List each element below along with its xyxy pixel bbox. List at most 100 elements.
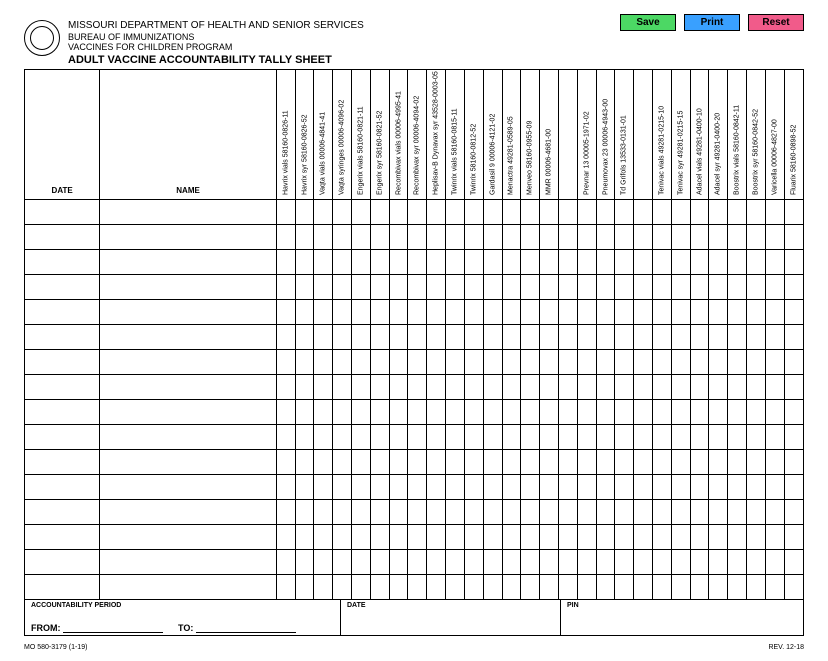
cell[interactable] [25, 499, 100, 524]
cell[interactable] [521, 574, 540, 599]
cell[interactable] [653, 349, 672, 374]
cell[interactable] [389, 424, 408, 449]
cell[interactable] [596, 299, 615, 324]
cell[interactable] [653, 549, 672, 574]
cell[interactable] [352, 199, 371, 224]
cell[interactable] [100, 574, 277, 599]
cell[interactable] [540, 224, 559, 249]
cell[interactable] [464, 574, 483, 599]
cell[interactable] [389, 249, 408, 274]
cell[interactable] [577, 449, 596, 474]
cell[interactable] [370, 524, 389, 549]
cell[interactable] [464, 299, 483, 324]
cell[interactable] [100, 449, 277, 474]
cell[interactable] [728, 274, 747, 299]
cell[interactable] [709, 224, 728, 249]
cell[interactable] [446, 574, 465, 599]
cell[interactable] [558, 274, 577, 299]
cell[interactable] [276, 574, 295, 599]
cell[interactable] [728, 349, 747, 374]
cell[interactable] [653, 324, 672, 349]
cell[interactable] [100, 399, 277, 424]
cell[interactable] [276, 224, 295, 249]
cell[interactable] [25, 374, 100, 399]
cell[interactable] [446, 549, 465, 574]
cell[interactable] [765, 399, 784, 424]
cell[interactable] [747, 224, 766, 249]
cell[interactable] [521, 474, 540, 499]
cell[interactable] [408, 324, 427, 349]
cell[interactable] [709, 399, 728, 424]
cell[interactable] [333, 349, 352, 374]
cell[interactable] [295, 299, 314, 324]
cell[interactable] [333, 424, 352, 449]
cell[interactable] [558, 374, 577, 399]
cell[interactable] [370, 199, 389, 224]
cell[interactable] [295, 549, 314, 574]
cell[interactable] [728, 574, 747, 599]
cell[interactable] [314, 449, 333, 474]
cell[interactable] [558, 249, 577, 274]
cell[interactable] [709, 374, 728, 399]
cell[interactable] [352, 374, 371, 399]
cell[interactable] [596, 224, 615, 249]
cell[interactable] [558, 349, 577, 374]
cell[interactable] [577, 549, 596, 574]
cell[interactable] [596, 324, 615, 349]
cell[interactable] [653, 274, 672, 299]
cell[interactable] [596, 574, 615, 599]
cell[interactable] [615, 549, 634, 574]
cell[interactable] [502, 549, 521, 574]
cell[interactable] [314, 524, 333, 549]
cell[interactable] [577, 274, 596, 299]
cell[interactable] [389, 324, 408, 349]
cell[interactable] [709, 299, 728, 324]
cell[interactable] [370, 374, 389, 399]
cell[interactable] [709, 324, 728, 349]
cell[interactable] [690, 274, 709, 299]
cell[interactable] [314, 199, 333, 224]
cell[interactable] [464, 424, 483, 449]
cell[interactable] [540, 449, 559, 474]
cell[interactable] [408, 274, 427, 299]
cell[interactable] [295, 449, 314, 474]
cell[interactable] [615, 374, 634, 399]
cell[interactable] [671, 349, 690, 374]
cell[interactable] [784, 199, 803, 224]
cell[interactable] [558, 199, 577, 224]
cell[interactable] [634, 299, 653, 324]
cell[interactable] [483, 274, 502, 299]
cell[interactable] [25, 524, 100, 549]
cell[interactable] [314, 549, 333, 574]
cell[interactable] [765, 549, 784, 574]
cell[interactable] [352, 324, 371, 349]
cell[interactable] [333, 199, 352, 224]
cell[interactable] [333, 249, 352, 274]
cell[interactable] [446, 299, 465, 324]
cell[interactable] [502, 399, 521, 424]
cell[interactable] [540, 349, 559, 374]
cell[interactable] [577, 424, 596, 449]
cell[interactable] [333, 224, 352, 249]
cell[interactable] [615, 349, 634, 374]
cell[interactable] [690, 224, 709, 249]
cell[interactable] [747, 424, 766, 449]
cell[interactable] [100, 499, 277, 524]
cell[interactable] [634, 224, 653, 249]
cell[interactable] [276, 199, 295, 224]
cell[interactable] [634, 274, 653, 299]
cell[interactable] [634, 374, 653, 399]
cell[interactable] [464, 224, 483, 249]
cell[interactable] [671, 424, 690, 449]
cell[interactable] [690, 349, 709, 374]
cell[interactable] [389, 524, 408, 549]
cell[interactable] [671, 549, 690, 574]
cell[interactable] [653, 449, 672, 474]
cell[interactable] [634, 524, 653, 549]
cell[interactable] [690, 549, 709, 574]
cell[interactable] [615, 424, 634, 449]
cell[interactable] [540, 499, 559, 524]
cell[interactable] [615, 399, 634, 424]
cell[interactable] [483, 524, 502, 549]
cell[interactable] [784, 399, 803, 424]
